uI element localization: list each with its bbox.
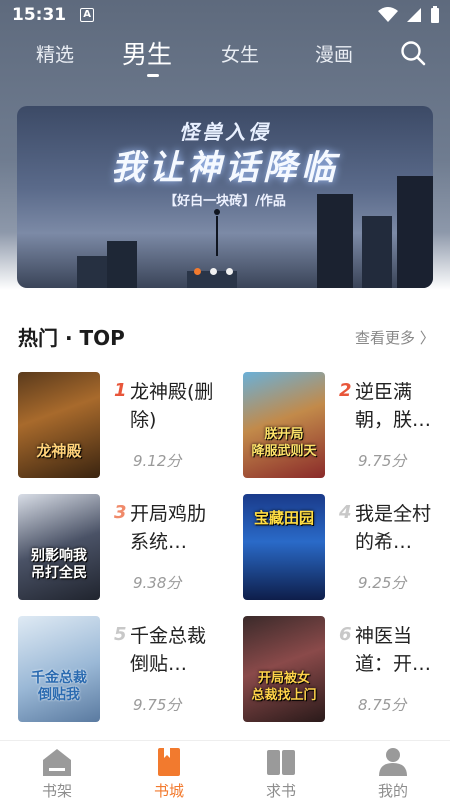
banner-title: 我让神话降临 xyxy=(111,148,339,188)
wifi-icon xyxy=(378,7,398,22)
book-card[interactable]: 开局被女 总裁找上门 6 神医当道：开… 8.75分 xyxy=(243,616,450,722)
tab-male[interactable]: 男生 xyxy=(122,35,172,71)
banner-author: 【好白一块砖】/作品 xyxy=(164,194,286,209)
nav-label: 求书 xyxy=(265,782,296,800)
nav-bookstore[interactable]: 书城 xyxy=(129,741,209,800)
book-name: 我是全村的希… xyxy=(355,503,432,553)
banner-dot[interactable] xyxy=(194,268,201,275)
book-score: 8.75分 xyxy=(358,696,407,714)
book-name: 千金总裁倒贴… xyxy=(130,625,207,675)
tab-selected[interactable]: 精选 xyxy=(36,40,74,67)
book-cover-title: 别影响我 吊打全民 xyxy=(31,548,87,581)
book-cover-title: 朕开局 降服武则天 xyxy=(251,427,317,459)
nav-profile[interactable]: 我的 xyxy=(353,741,433,800)
search-icon[interactable] xyxy=(400,40,426,66)
promo-banner[interactable]: 怪兽入侵 我让神话降临 【好白一块砖】/作品 xyxy=(17,106,433,288)
section-title: 热门 · TOP xyxy=(18,326,125,350)
book-name: 神医当道：开… xyxy=(355,625,432,675)
book-cover-title: 千金总裁 倒贴我 xyxy=(31,670,87,703)
nav-label: 书城 xyxy=(153,782,184,800)
banner-dot[interactable] xyxy=(210,268,217,275)
book-cover: 朕开局 降服武则天 xyxy=(243,372,325,478)
top-nav: 精选 男生 女生 漫画 xyxy=(0,30,450,78)
book-score: 9.25分 xyxy=(358,574,407,592)
book-rank: 6 xyxy=(339,624,352,645)
nav-label: 我的 xyxy=(377,782,408,800)
book-cover: 别影响我 吊打全民 xyxy=(18,494,100,600)
book-name: 逆臣满朝，朕… xyxy=(355,381,432,431)
active-tab-indicator xyxy=(147,74,159,77)
book-rank: 5 xyxy=(114,624,127,645)
book-card[interactable]: 千金总裁 倒贴我 5 千金总裁倒贴… 9.75分 xyxy=(18,616,228,722)
book-card[interactable]: 朕开局 降服武则天 2 逆臣满朝，朕… 9.75分 xyxy=(243,372,450,478)
nav-bookshelf[interactable]: 书架 xyxy=(17,741,97,800)
book-rank: 1 xyxy=(114,380,127,401)
battery-icon xyxy=(431,6,439,23)
tab-female[interactable]: 女生 xyxy=(221,40,259,67)
profile-icon xyxy=(379,748,407,776)
book-score: 9.75分 xyxy=(358,452,407,470)
book-card[interactable]: 宝藏田园 4 我是全村的希… 9.25分 xyxy=(243,494,450,600)
book-score: 9.38分 xyxy=(133,574,182,592)
signal-icon xyxy=(407,8,421,22)
book-rank: 4 xyxy=(339,502,352,523)
book-cover: 宝藏田园 xyxy=(243,494,325,600)
status-time: 15:31 xyxy=(12,5,67,25)
book-score: 9.75分 xyxy=(133,696,182,714)
banner-pagination xyxy=(194,268,233,275)
status-bar: 15:31 A xyxy=(0,0,450,30)
book-cover: 龙神殿 xyxy=(18,372,100,478)
notification-a-icon: A xyxy=(80,8,95,22)
bookstore-icon xyxy=(158,748,180,776)
request-book-icon xyxy=(267,750,295,775)
book-name: 开局鸡肋系统… xyxy=(130,503,207,553)
book-cover: 开局被女 总裁找上门 xyxy=(243,616,325,722)
bottom-nav: 书架 书城 求书 我的 xyxy=(0,740,450,800)
banner-dot[interactable] xyxy=(226,268,233,275)
book-card[interactable]: 龙神殿 1 龙神殿(删除) 9.12分 xyxy=(18,372,228,478)
book-cover: 千金总裁 倒贴我 xyxy=(18,616,100,722)
book-name: 龙神殿(删除) xyxy=(130,381,214,431)
book-score: 9.12分 xyxy=(133,452,182,470)
book-rank: 3 xyxy=(114,502,127,523)
bookshelf-icon xyxy=(43,749,71,776)
book-cover-title: 宝藏田园 xyxy=(253,509,314,527)
tab-comics[interactable]: 漫画 xyxy=(315,40,353,67)
book-rank: 2 xyxy=(339,380,352,401)
nav-label: 书架 xyxy=(41,782,72,800)
book-card[interactable]: 别影响我 吊打全民 3 开局鸡肋系统… 9.38分 xyxy=(18,494,228,600)
book-cover-title: 开局被女 总裁找上门 xyxy=(251,671,317,703)
nav-request-book[interactable]: 求书 xyxy=(241,741,321,800)
see-more-link[interactable]: 查看更多 〉 xyxy=(355,327,435,348)
book-cover-title: 龙神殿 xyxy=(36,442,82,460)
